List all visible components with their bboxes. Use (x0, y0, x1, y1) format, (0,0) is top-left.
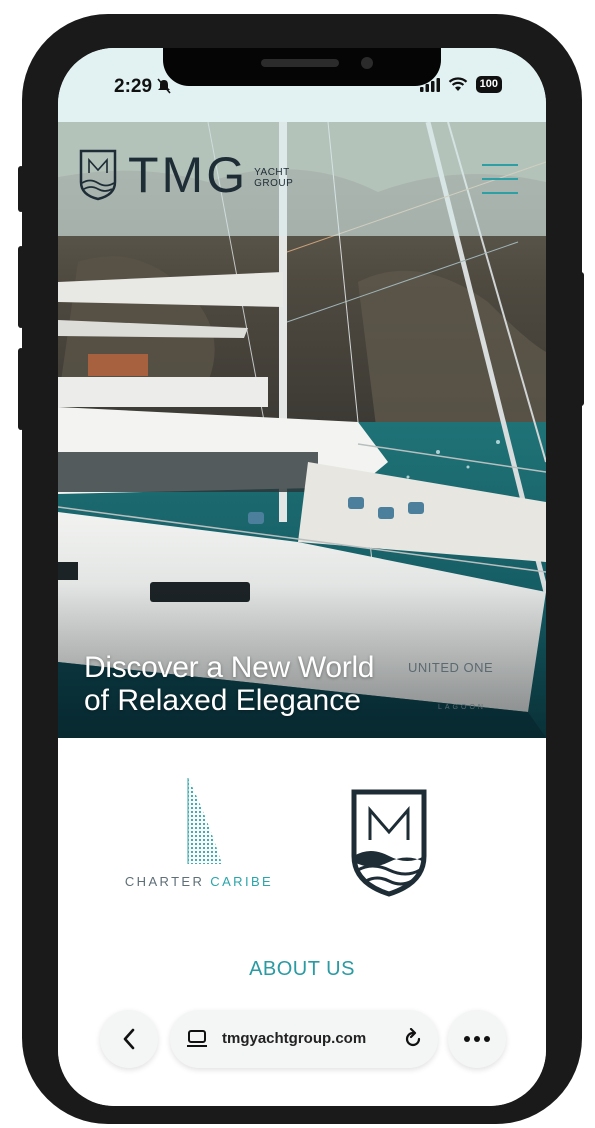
site-header: TMG YACHT GROUP (58, 122, 546, 236)
battery-indicator: 100 (475, 76, 502, 93)
power-button (578, 272, 584, 406)
charter-caribe-part2: CARIBE (210, 874, 274, 889)
browser-toolbar: tmgyachtgroup.com (58, 996, 546, 1106)
mute-switch (18, 166, 24, 212)
sail-icon (187, 778, 222, 864)
hero-headline-line1: Discover a New World (84, 651, 375, 684)
front-camera (361, 57, 373, 69)
menu-hamburger-icon[interactable] (482, 162, 518, 196)
page-menu-icon (187, 1030, 207, 1047)
earpiece-speaker (261, 59, 339, 67)
chevron-left-icon (123, 1028, 135, 1050)
hero-headline-prefix: of (84, 684, 110, 717)
more-options-button[interactable] (448, 1010, 506, 1068)
boat-brand-label: LAGOON (438, 704, 486, 711)
wifi-icon (448, 77, 467, 91)
boat-name-label: UNITED ONE (408, 660, 494, 675)
logo-subtitle-yacht: YACHT (254, 167, 290, 178)
hero-banner: UNITED ONE LAGOON TMG YACHT GROUP Discov… (58, 122, 546, 738)
silent-mode-icon (157, 78, 171, 94)
hero-headline-line2: of Relaxed Elegance (84, 684, 374, 718)
reload-icon[interactable] (402, 1028, 424, 1050)
about-us-heading[interactable]: ABOUT US (58, 958, 546, 981)
hero-headline-emphasis: Relaxed Elegance (117, 684, 361, 717)
tmg-crest-icon (79, 149, 117, 201)
logo-subtitle: YACHT GROUP (254, 167, 293, 189)
logo-wordmark: TMG (128, 147, 249, 203)
back-button[interactable] (100, 1010, 158, 1068)
logo-subtitle-group: GROUP (254, 178, 294, 189)
status-time: 2:29 (114, 76, 171, 98)
hero-headline: Discover a New World of Relaxed Elegance (84, 651, 375, 718)
charter-caribe-wordmark: CHARTER CARIBE (114, 874, 284, 889)
url-text: tmgyachtgroup.com (222, 1030, 367, 1047)
tmg-logo[interactable]: TMG YACHT GROUP (78, 148, 293, 202)
tmg-crest-large-icon[interactable] (350, 788, 428, 898)
charter-caribe-logo[interactable]: CHARTER CARIBE (114, 774, 284, 904)
volume-down-button (18, 348, 24, 430)
phone-screen: 2:29 100 UNITED ONE LAGOON TMG YACHT GRO… (58, 48, 546, 1106)
address-bar[interactable]: tmgyachtgroup.com (170, 1010, 438, 1068)
charter-caribe-part1: CHARTER (124, 874, 205, 889)
ellipsis-icon (464, 1036, 490, 1042)
notch (163, 48, 441, 86)
volume-up-button (18, 246, 24, 328)
partner-logos: CHARTER CARIBE (58, 738, 546, 938)
